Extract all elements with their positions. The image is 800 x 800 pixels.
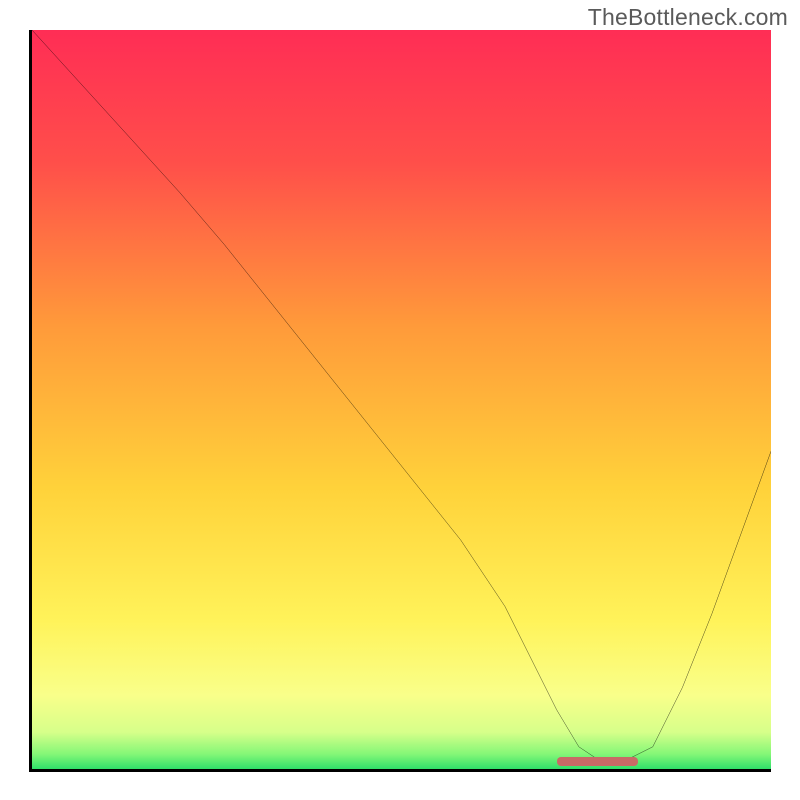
watermark-text: TheBottleneck.com xyxy=(588,4,788,31)
bottleneck-curve xyxy=(32,30,771,769)
optimal-marker xyxy=(557,757,638,766)
plot-area xyxy=(32,30,771,769)
